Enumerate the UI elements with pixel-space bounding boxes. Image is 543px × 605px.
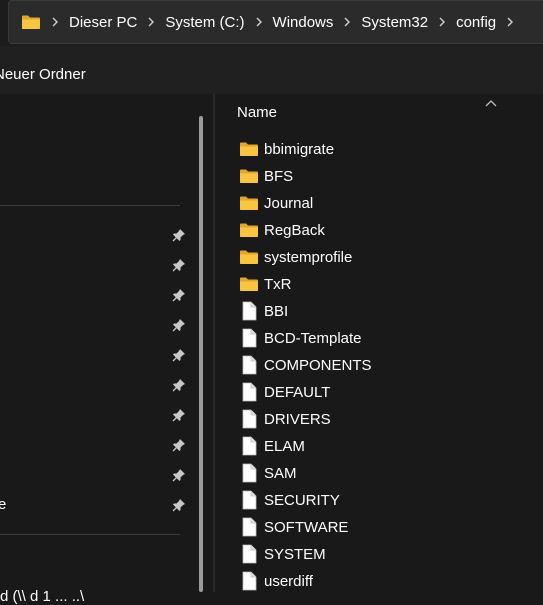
list-item[interactable]: bbimigrate (239, 137, 334, 161)
list-item[interactable]: TxR (239, 272, 292, 296)
item-name: TxR (264, 275, 292, 293)
list-item[interactable]: DRIVERS (239, 407, 331, 431)
item-name: bbimigrate (264, 140, 335, 158)
item-name: SAM (264, 464, 297, 482)
nav-divider (0, 534, 180, 535)
breadcrumb-item-windows[interactable]: Windows (273, 14, 334, 31)
list-item[interactable]: Journal (239, 191, 313, 215)
breadcrumb-item-system-c[interactable]: System (C:) (165, 14, 244, 31)
file-icon (239, 571, 259, 591)
folder-icon (21, 14, 41, 30)
list-item[interactable]: ELAM (239, 434, 305, 458)
file-icon (239, 328, 259, 348)
list-item[interactable]: BBI (239, 299, 288, 323)
chevron-right-icon[interactable] (51, 17, 59, 27)
chevron-right-icon[interactable] (438, 17, 446, 27)
pin-icon[interactable] (172, 438, 186, 452)
list-item[interactable]: SYSTEM (239, 542, 326, 566)
item-name: DRIVERS (264, 410, 331, 428)
folder-icon (239, 274, 259, 294)
nav-divider (0, 205, 180, 206)
item-name: SYSTEM (264, 545, 326, 563)
item-name: DEFAULT (264, 383, 331, 401)
item-name: systemprofile (264, 248, 353, 266)
list-item[interactable]: userdiff (239, 569, 313, 593)
item-name: BBI (264, 302, 289, 320)
sort-ascending-icon (485, 94, 497, 107)
folder-icon (239, 247, 259, 267)
file-icon (239, 355, 259, 375)
column-header-name[interactable]: Name (237, 104, 277, 121)
pin-icon[interactable] (172, 468, 186, 482)
item-name: ELAM (264, 437, 305, 455)
chevron-right-icon[interactable] (147, 17, 155, 27)
file-icon (239, 517, 259, 537)
folder-icon (239, 139, 259, 159)
item-name: BFS (264, 167, 294, 185)
new-folder-button[interactable]: Neuer Ordner (0, 66, 86, 83)
breadcrumb-item-dieser-pc[interactable]: Dieser PC (69, 14, 137, 31)
command-bar: Neuer Ordner (0, 46, 543, 94)
file-icon (239, 382, 259, 402)
pin-icon[interactable] (172, 258, 186, 272)
item-name: SOFTWARE (264, 518, 349, 536)
folder-icon (239, 166, 259, 186)
item-name: COMPONENTS (264, 356, 372, 374)
navigation-pane: e d (\\ d 1 ... ..\ (0, 94, 214, 605)
list-item[interactable]: COMPONENTS (239, 353, 372, 377)
item-name: BCD-Template (264, 329, 362, 347)
list-item[interactable]: SOFTWARE (239, 515, 348, 539)
list-item[interactable]: systemprofile (239, 245, 352, 269)
nav-scrollbar[interactable] (199, 116, 203, 592)
list-item[interactable]: RegBack (239, 218, 325, 242)
quick-access-item-label[interactable]: e (0, 496, 6, 513)
list-item[interactable]: SECURITY (239, 488, 340, 512)
file-icon (239, 463, 259, 483)
pin-icon[interactable] (172, 498, 186, 512)
breadcrumb: Dieser PC System (C:) Windows System32 c… (41, 14, 524, 31)
pin-icon[interactable] (172, 408, 186, 422)
item-name: Journal (264, 194, 314, 212)
breadcrumb-item-system32[interactable]: System32 (361, 14, 428, 31)
list-item[interactable]: BCD-Template (239, 326, 362, 350)
list-item[interactable]: SAM (239, 461, 297, 485)
list-item[interactable]: BFS (239, 164, 293, 188)
pin-icon[interactable] (172, 378, 186, 392)
chevron-right-icon[interactable] (506, 17, 514, 27)
item-name: SECURITY (264, 491, 340, 509)
file-icon (239, 544, 259, 564)
folder-icon (239, 220, 259, 240)
item-name: userdiff (264, 572, 313, 590)
address-row: Dieser PC System (C:) Windows System32 c… (0, 0, 543, 46)
file-icon (239, 409, 259, 429)
item-name: RegBack (264, 221, 325, 239)
file-icon (239, 436, 259, 456)
pin-icon[interactable] (172, 288, 186, 302)
file-list: Name bbimigrate BFS Journal RegBack systempr… (215, 94, 543, 592)
pin-icon[interactable] (172, 348, 186, 362)
address-bar[interactable]: Dieser PC System (C:) Windows System32 c… (8, 0, 543, 44)
folder-icon (239, 193, 259, 213)
pin-icon[interactable] (172, 228, 186, 242)
breadcrumb-item-config[interactable]: config (456, 14, 496, 31)
nav-item-partial[interactable]: d (\\ d 1 ... ..\ (0, 588, 84, 605)
chevron-right-icon[interactable] (343, 17, 351, 27)
list-item[interactable]: DEFAULT (239, 380, 330, 404)
file-icon (239, 301, 259, 321)
chevron-right-icon[interactable] (255, 17, 263, 27)
pin-icon[interactable] (172, 318, 186, 332)
file-icon (239, 490, 259, 510)
